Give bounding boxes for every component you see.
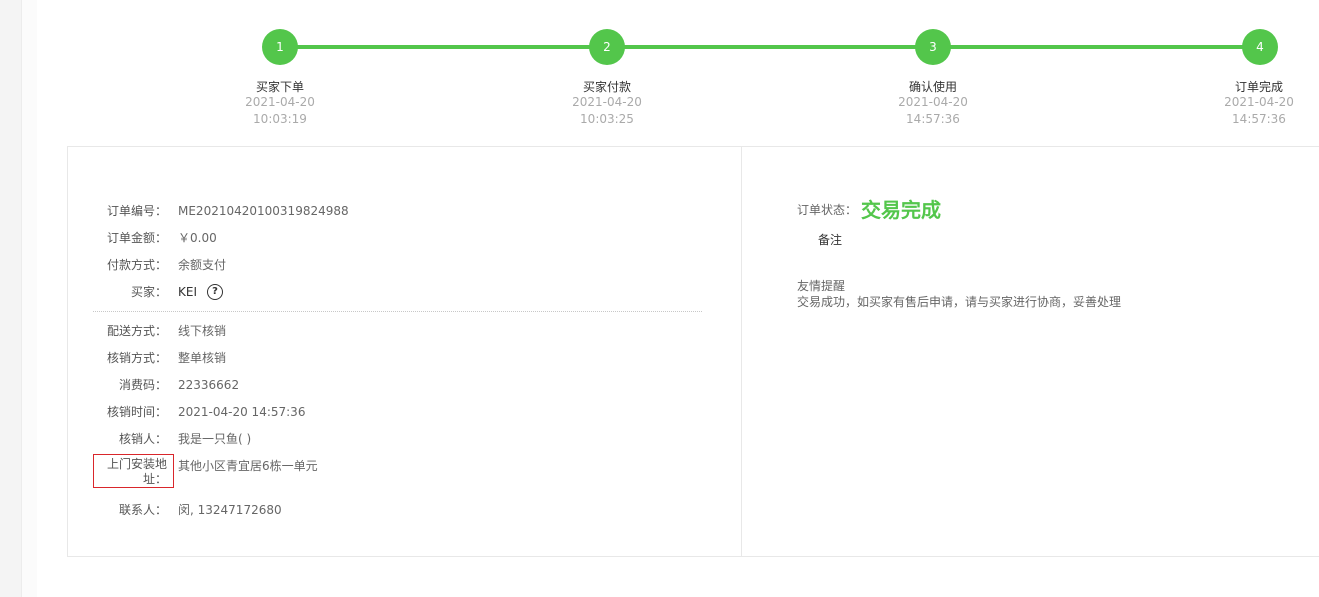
buyer-label: 买家： [130,285,167,299]
tip-title: 友情提醒 [797,279,846,293]
step-3-circle: 3 [915,29,951,65]
progress-line-1 [280,45,607,49]
install-address-label: 上门安装地址： [93,454,174,488]
section-divider [93,311,702,312]
verify-method-row: 核销方式： 整单核销 [68,348,708,368]
verifier-label: 核销人： [118,432,167,446]
verify-time-value: 2021-04-20 14:57:36 [178,405,306,419]
step-2-circle: 2 [589,29,625,65]
verify-time-row: 核销时间： 2021-04-20 14:57:36 [68,402,708,422]
step-4-time: 14:57:36 [1232,112,1286,126]
delivery-row: 配送方式： 线下核销 [68,321,708,341]
order-number-label: 订单编号： [106,204,167,218]
question-circle-icon[interactable]: ? [207,284,223,300]
delivery-value: 线下核销 [178,324,227,338]
order-status-label: 订单状态： [797,203,858,217]
order-status-value: 交易完成 [861,198,941,222]
step-4-date: 2021-04-20 [1224,95,1294,109]
step-2-time: 10:03:25 [580,112,634,126]
verify-method-value: 整单核销 [178,351,227,365]
install-address-value: 其他小区青宜居6栋一单元 [178,459,318,473]
order-number-row: 订单编号： ME20210420100319824988 [68,201,708,221]
left-gutter [0,0,21,597]
payment-method-value: 余额支付 [178,258,227,272]
consume-code-value: 22336662 [178,378,240,392]
order-status-panel: 订单状态： 交易完成 备注 友情提醒 交易成功，如买家有售后申请，请与买家进行协… [742,146,1319,557]
consume-code-label: 消费码： [118,378,167,392]
delivery-label: 配送方式： [106,324,167,338]
step-1-date: 2021-04-20 [245,95,315,109]
contact-label: 联系人： [118,503,167,517]
contact-value: 闵, 13247172680 [178,503,282,517]
buyer-row: 买家： KEI ? [68,282,708,302]
verify-method-label: 核销方式： [106,351,167,365]
verify-time-label: 核销时间： [106,405,167,419]
step-2-label: 买家付款 [582,80,631,94]
verifier-value: 我是一只鱼( ) [178,432,252,446]
step-3-date: 2021-04-20 [898,95,968,109]
payment-method-row: 付款方式： 余额支付 [68,255,708,275]
step-1-circle: 1 [262,29,298,65]
step-4-circle: 4 [1242,29,1278,65]
order-number-value: ME20210420100319824988 [178,204,349,218]
step-4-label: 订单完成 [1234,80,1283,94]
order-amount-label: 订单金额： [106,231,167,245]
step-1-time: 10:03:19 [253,112,307,126]
progress-line-2 [607,45,933,49]
verifier-row: 核销人： 我是一只鱼( ) [68,429,708,449]
payment-method-label: 付款方式： [106,258,167,272]
order-amount-value: ￥0.00 [178,231,217,245]
order-amount-row: 订单金额： ￥0.00 [68,228,708,248]
step-1-label: 买家下单 [255,80,304,94]
step-2-date: 2021-04-20 [572,95,642,109]
buyer-value: KEI [178,285,197,299]
note-label[interactable]: 备注 [818,231,842,248]
consume-code-row: 消费码： 22336662 [68,375,708,395]
order-info-panel: 订单编号： ME20210420100319824988 订单金额： ￥0.00… [67,146,742,557]
tip-text: 交易成功，如买家有售后申请，请与买家进行协商，妥善处理 [797,295,1122,309]
progress-line-3 [933,45,1260,49]
left-rule [21,0,37,597]
step-3-label: 确认使用 [908,80,957,94]
contact-row: 联系人： 闵, 13247172680 [68,500,708,520]
step-3-time: 14:57:36 [906,112,960,126]
